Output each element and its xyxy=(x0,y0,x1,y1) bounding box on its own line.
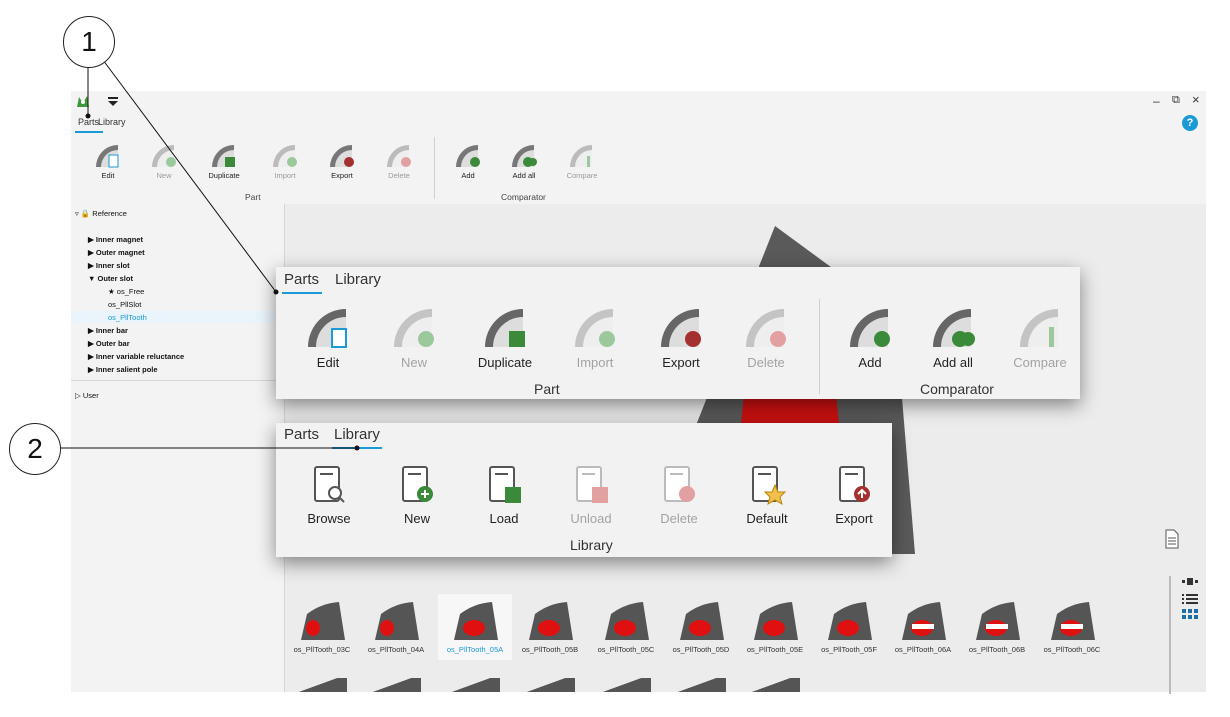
callout-1: 1 xyxy=(63,16,115,68)
callout-leader-lines xyxy=(60,59,360,451)
callout-2: 2 xyxy=(9,423,61,475)
